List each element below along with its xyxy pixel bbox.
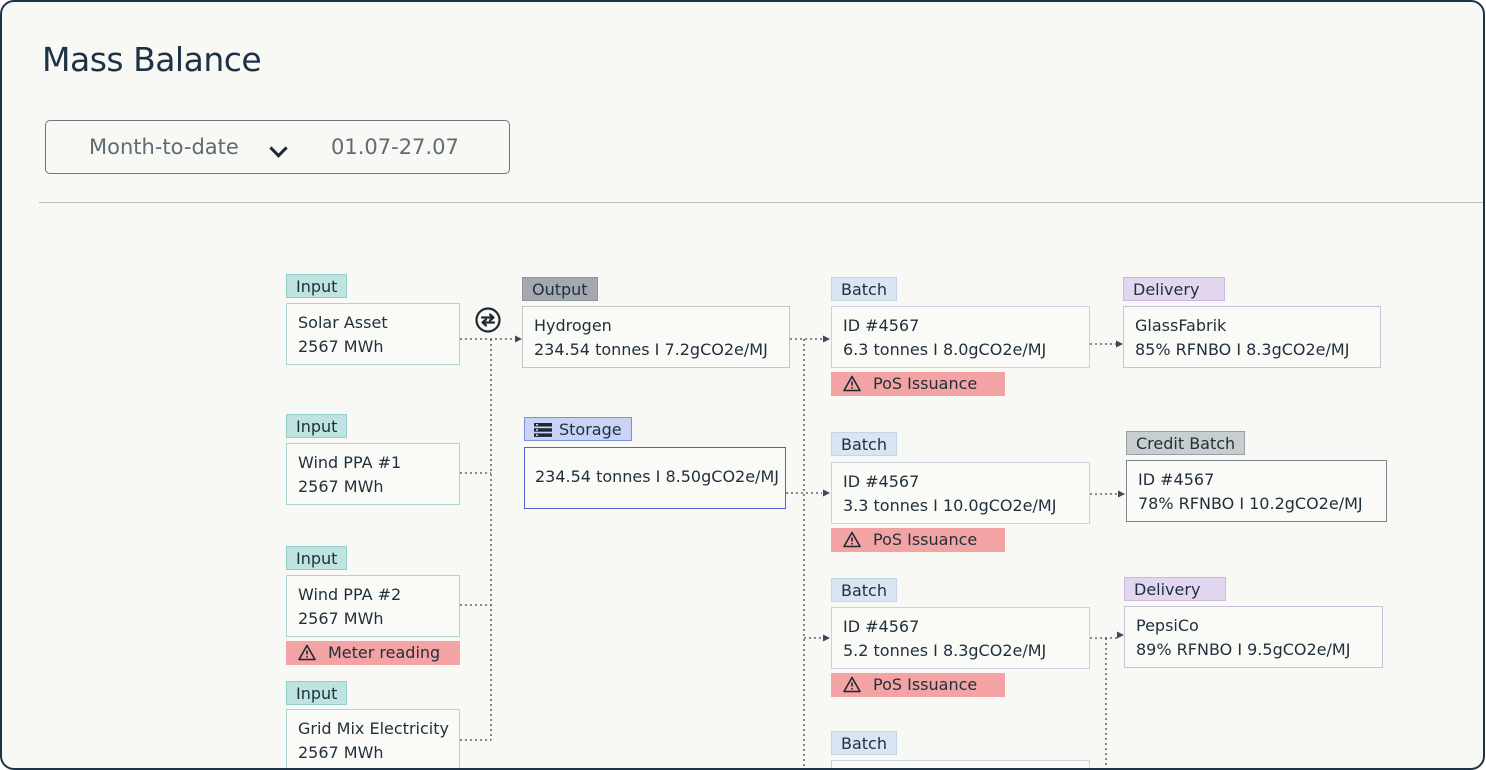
input-value: 2567 MWh <box>298 743 384 762</box>
input-card-wind-2[interactable]: Wind PPA #2 2567 MWh <box>286 575 460 637</box>
delivery-card-glassfabrik[interactable]: GlassFabrik 85% RFNBO I 8.3gCO2e/MJ <box>1123 306 1381 368</box>
delivery-name: GlassFabrik <box>1135 316 1227 335</box>
alert-badge-pos[interactable]: PoS Issuance <box>831 673 1005 697</box>
batch-card-3[interactable]: ID #4567 5.2 tonnes I 8.3gCO2e/MJ <box>831 607 1090 669</box>
warning-triangle-icon <box>843 676 861 693</box>
swap-arrows-icon[interactable] <box>474 306 502 334</box>
input-card-solar[interactable]: Solar Asset 2567 MWh <box>286 303 460 365</box>
batch-tag: Batch <box>831 432 897 456</box>
credit-batch-tag: Credit Batch <box>1126 431 1246 455</box>
delivery-tag: Delivery <box>1124 577 1226 601</box>
output-tag: Output <box>522 277 598 301</box>
alert-label: PoS Issuance <box>873 374 978 393</box>
storage-value: 234.54 tonnes I 8.50gCO2e/MJ <box>535 467 779 486</box>
batch-tag: Batch <box>831 578 897 602</box>
input-tag: Input <box>286 414 348 438</box>
batch-tag: Batch <box>831 731 897 755</box>
batch-id: ID #4567 <box>843 472 920 491</box>
input-tag: Input <box>286 274 348 298</box>
alert-label: PoS Issuance <box>873 675 978 694</box>
output-card-hydrogen[interactable]: Hydrogen 234.54 tonnes I 7.2gCO2e/MJ <box>522 306 790 368</box>
delivery-card-pepsico[interactable]: PepsiCo 89% RFNBO I 9.5gCO2e/MJ <box>1124 606 1383 668</box>
alert-badge-pos[interactable]: PoS Issuance <box>831 372 1005 396</box>
input-tag: Input <box>286 546 348 570</box>
storage-card[interactable]: 234.54 tonnes I 8.50gCO2e/MJ <box>524 447 786 509</box>
input-value: 2567 MWh <box>298 609 384 628</box>
delivery-name: PepsiCo <box>1136 616 1199 635</box>
storage-label: Storage <box>559 420 622 439</box>
warning-triangle-icon <box>298 644 316 661</box>
alert-label: PoS Issuance <box>873 530 978 549</box>
output-name: Hydrogen <box>534 316 612 335</box>
input-name: Wind PPA #1 <box>298 453 402 472</box>
credit-batch-id: ID #4567 <box>1138 470 1215 489</box>
storage-icon <box>534 423 552 437</box>
input-name: Wind PPA #2 <box>298 585 402 604</box>
alert-badge-meter[interactable]: Meter reading <box>286 641 460 665</box>
credit-batch-value: 78% RFNBO I 10.2gCO2e/MJ <box>1138 494 1363 513</box>
warning-triangle-icon <box>843 531 861 548</box>
batch-card-1[interactable]: ID #4567 6.3 tonnes I 8.0gCO2e/MJ <box>831 306 1090 368</box>
alert-label: Meter reading <box>328 643 441 662</box>
input-name: Grid Mix Electricity <box>298 719 449 738</box>
batch-value: 3.3 tonnes I 10.0gCO2e/MJ <box>843 496 1057 515</box>
storage-tag: Storage <box>524 417 632 441</box>
input-card-grid[interactable]: Grid Mix Electricity 2567 MWh <box>286 709 460 768</box>
warning-triangle-icon <box>843 375 861 392</box>
delivery-value: 89% RFNBO I 9.5gCO2e/MJ <box>1136 640 1351 659</box>
batch-value: 6.3 tonnes I 8.0gCO2e/MJ <box>843 340 1047 359</box>
batch-card-4[interactable] <box>831 760 1090 768</box>
delivery-value: 85% RFNBO I 8.3gCO2e/MJ <box>1135 340 1350 359</box>
output-value: 234.54 tonnes I 7.2gCO2e/MJ <box>534 340 768 359</box>
alert-badge-pos[interactable]: PoS Issuance <box>831 528 1005 552</box>
app-frame: Mass Balance Month-to-date 01.07-27.07 I… <box>0 0 1485 770</box>
batch-card-2[interactable]: ID #4567 3.3 tonnes I 10.0gCO2e/MJ <box>831 462 1090 524</box>
input-card-wind-1[interactable]: Wind PPA #1 2567 MWh <box>286 443 460 505</box>
input-tag: Input <box>286 681 348 705</box>
credit-batch-card[interactable]: ID #4567 78% RFNBO I 10.2gCO2e/MJ <box>1126 460 1387 522</box>
input-value: 2567 MWh <box>298 337 384 356</box>
input-value: 2567 MWh <box>298 477 384 496</box>
delivery-tag: Delivery <box>1123 277 1225 301</box>
batch-tag: Batch <box>831 277 897 301</box>
input-name: Solar Asset <box>298 313 388 332</box>
batch-value: 5.2 tonnes I 8.3gCO2e/MJ <box>843 641 1047 660</box>
batch-id: ID #4567 <box>843 617 920 636</box>
batch-id: ID #4567 <box>843 316 920 335</box>
